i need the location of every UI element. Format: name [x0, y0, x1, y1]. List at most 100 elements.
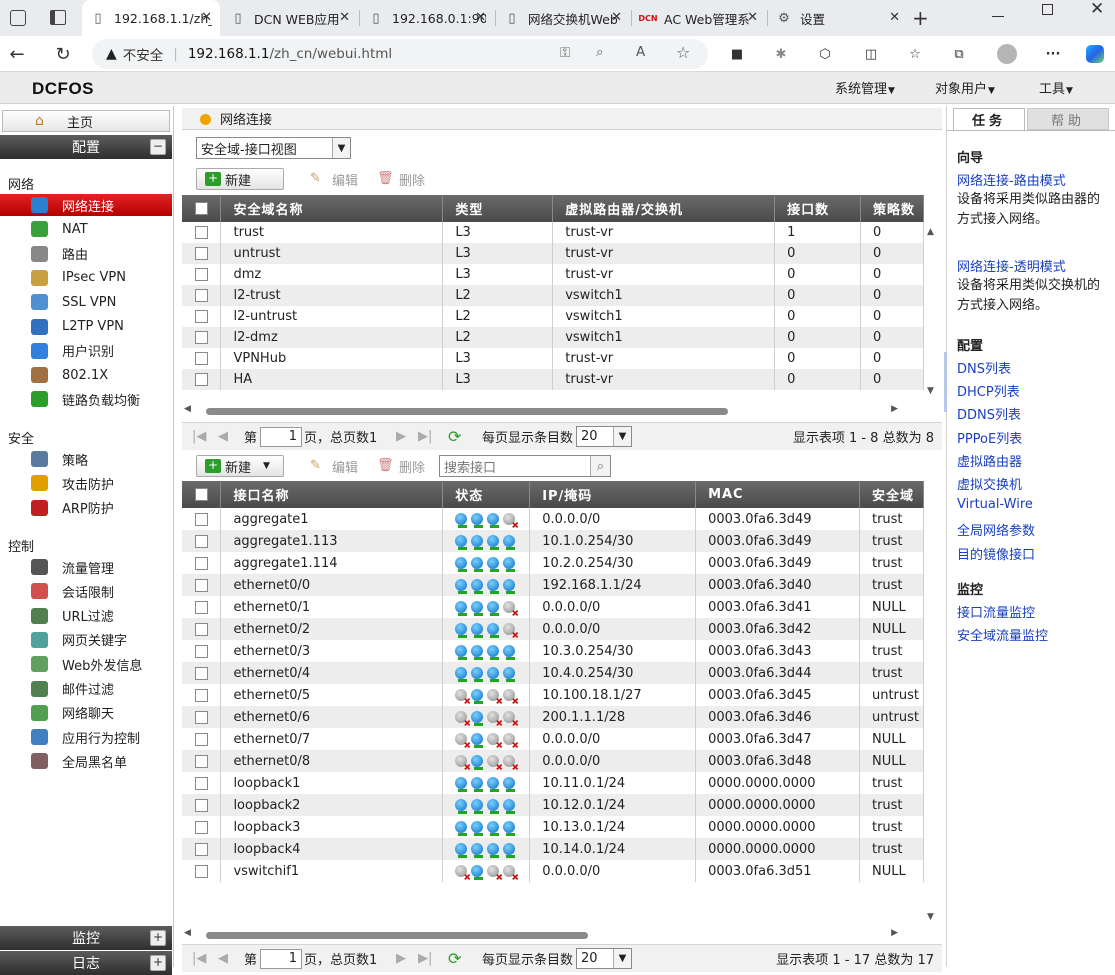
sidebar-item[interactable]: NAT	[0, 218, 172, 240]
row-checkbox[interactable]	[182, 596, 222, 618]
row-checkbox[interactable]	[182, 306, 222, 327]
row-checkbox[interactable]	[182, 530, 222, 552]
close-icon[interactable]: ✕	[611, 10, 622, 25]
sidebar-item[interactable]: 链路负载均衡	[0, 388, 172, 410]
favorites-icon[interactable]: ☆	[902, 41, 928, 67]
url-field[interactable]: ▲ 不安全 | 192.168.1.1/zh_cn/webui.html ⚿ ⌕…	[92, 39, 708, 69]
sidebar-item[interactable]: ARP防护	[0, 497, 172, 519]
column-header[interactable]: 策略数	[860, 195, 924, 222]
scroll-down-icon[interactable]: ▼	[927, 912, 934, 922]
column-header[interactable]: 状态	[442, 481, 531, 508]
new-interface-button[interactable]: + 新建 ▼	[196, 455, 284, 477]
wizard-link-route[interactable]: 网络连接-路由模式	[957, 170, 1066, 189]
first-page-icon[interactable]: |◀	[192, 951, 206, 966]
table-row[interactable]: ethernet0/3 10.3.0.254/30 0003.0fa6.3d43 tr…	[182, 640, 925, 662]
delete-zone-button[interactable]: 🗑 删除	[377, 168, 425, 190]
sidebar-item[interactable]: Web外发信息	[0, 653, 172, 675]
search-input[interactable]: 搜索接口 ⌕	[439, 455, 611, 477]
zoom-icon[interactable]: ⌕	[596, 44, 604, 60]
copilot-icon[interactable]	[1082, 41, 1108, 67]
sidebar-item[interactable]: IPsec VPN	[0, 267, 172, 289]
browser-tab[interactable]: ▯ 网络交换机Web ✕	[496, 0, 630, 36]
row-checkbox[interactable]	[182, 369, 222, 390]
row-checkbox[interactable]	[182, 662, 222, 684]
table-row[interactable]: aggregate1.113 10.1.0.254/30 0003.0fa6.3d4…	[182, 530, 925, 552]
row-checkbox[interactable]	[182, 348, 222, 369]
config-link[interactable]: 全局网络参数	[957, 520, 1035, 539]
config-link[interactable]: 虚拟交换机	[957, 474, 1022, 493]
tab-actions-icon[interactable]	[50, 10, 66, 25]
last-page-icon[interactable]: ▶|	[418, 951, 432, 966]
table-row[interactable]: l2-trust L2 vswitch1 0 0	[182, 285, 924, 306]
row-checkbox[interactable]	[182, 574, 222, 596]
favorite-star-icon[interactable]: ☆	[676, 43, 690, 62]
delete-interface-button[interactable]: 🗑 删除	[377, 455, 425, 477]
scroll-right-icon[interactable]: ▶	[891, 928, 898, 938]
scroll-thumb[interactable]	[206, 408, 728, 415]
sidebar-item[interactable]: 攻击防护	[0, 472, 172, 494]
row-checkbox[interactable]	[182, 285, 222, 306]
chevron-down-icon[interactable]: ▼	[613, 949, 631, 968]
close-icon[interactable]: ✕	[201, 10, 212, 25]
sidebar-item[interactable]: 用户识别	[0, 340, 172, 362]
top-menu-item[interactable]: 对象用户▼	[935, 78, 995, 97]
config-section-header[interactable]: 配置 −	[0, 135, 172, 159]
table-row[interactable]: ethernet0/4 10.4.0.254/30 0003.0fa6.3d44 tr…	[182, 662, 925, 684]
column-header[interactable]: MAC	[695, 481, 860, 508]
search-icon[interactable]: ⌕	[590, 456, 610, 476]
column-header[interactable]: 类型	[442, 195, 554, 222]
edit-zone-button[interactable]: ✎ 编辑	[310, 168, 358, 190]
config-link[interactable]: DNS列表	[957, 358, 1011, 377]
column-header[interactable]: 虚拟路由器/交换机	[552, 195, 776, 222]
row-checkbox[interactable]	[182, 327, 222, 348]
refresh-icon[interactable]: ⟳	[448, 949, 461, 968]
tab-help[interactable]: 帮助	[1027, 108, 1109, 130]
sidebar-item[interactable]: 邮件过滤	[0, 678, 172, 700]
reload-button[interactable]: ↻	[50, 41, 76, 67]
page-input[interactable]: 1	[260, 427, 302, 447]
close-icon[interactable]: ✕	[475, 10, 486, 25]
last-page-icon[interactable]: ▶|	[418, 429, 432, 444]
table-row[interactable]: ethernet0/6 200.1.1.1/28 0003.0fa6.3d46 unt…	[182, 706, 925, 728]
collections-icon[interactable]: ⧉	[946, 41, 972, 67]
scroll-left-icon[interactable]: ◀	[184, 928, 191, 938]
first-page-icon[interactable]: |◀	[192, 429, 206, 444]
split-screen-icon[interactable]: ◫	[858, 41, 884, 67]
refresh-icon[interactable]: ⟳	[448, 427, 461, 446]
avatar[interactable]	[994, 41, 1020, 67]
sidebar-item[interactable]: URL过滤	[0, 605, 172, 627]
sidebar-item[interactable]: 全局黑名单	[0, 750, 172, 772]
browser-tab[interactable]: ▯ 192.168.0.1:90 ✕	[360, 0, 494, 36]
top-menu-item[interactable]: 工具▼	[1039, 78, 1073, 97]
prev-page-icon[interactable]: ◀	[218, 951, 228, 966]
browser-tab[interactable]: DCN AC Web管理系 ✕	[632, 0, 766, 36]
select-all-checkbox[interactable]	[182, 195, 222, 222]
expand-icon[interactable]: +	[150, 955, 166, 971]
browser-tab[interactable]: ▯ DCN WEB应用 ✕	[222, 0, 358, 36]
table-row[interactable]: dmz L3 trust-vr 0 0	[182, 264, 924, 285]
scroll-down-icon[interactable]: ▼	[927, 386, 934, 396]
row-checkbox[interactable]	[182, 618, 222, 640]
table-row[interactable]: ethernet0/2 0.0.0.0/0 0003.0fa6.3d42 NULL	[182, 618, 925, 640]
close-window-button[interactable]: ✕	[1090, 0, 1104, 19]
table-row[interactable]: aggregate1.114 10.2.0.254/30 0003.0fa6.3d4…	[182, 552, 925, 574]
scroll-thumb[interactable]	[206, 932, 588, 939]
chevron-down-icon[interactable]: ▼	[613, 427, 631, 446]
config-link[interactable]: Virtual-Wire	[957, 497, 1033, 512]
row-checkbox[interactable]	[182, 508, 222, 530]
key-icon[interactable]: ⚿	[560, 45, 570, 61]
view-select[interactable]: 安全域-接口视图 ▼	[196, 137, 351, 159]
config-link[interactable]: DDNS列表	[957, 404, 1021, 423]
chevron-down-icon[interactable]: ▼	[332, 138, 350, 158]
monitor-link[interactable]: 安全域流量监控	[957, 625, 1048, 644]
table-row[interactable]: vswitchif1 0.0.0.0/0 0003.0fa6.3d51 NULL	[182, 860, 925, 882]
sidebar-item[interactable]: 会话限制	[0, 580, 172, 602]
zone-horizontal-scrollbar[interactable]: ◀ ▶	[182, 404, 922, 418]
table-row[interactable]: trust L3 trust-vr 1 0	[182, 222, 924, 243]
column-header[interactable]: 接口名称	[220, 481, 444, 508]
row-checkbox[interactable]	[182, 772, 222, 794]
edit-interface-button[interactable]: ✎ 编辑	[310, 455, 358, 477]
scroll-left-icon[interactable]: ◀	[184, 404, 191, 414]
column-header[interactable]: 安全域	[859, 481, 925, 508]
sidebar-item[interactable]: 网页关键字	[0, 629, 172, 651]
